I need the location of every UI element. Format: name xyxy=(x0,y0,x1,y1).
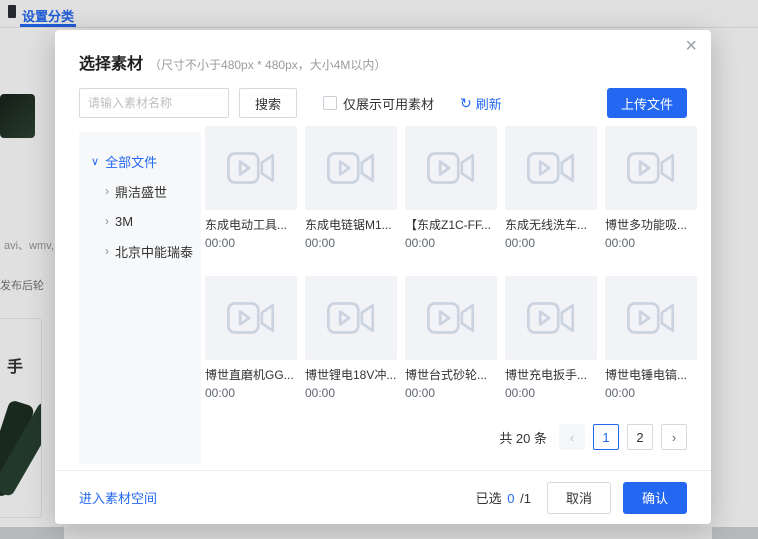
pagination-page-2[interactable]: 2 xyxy=(627,424,653,450)
tree-item[interactable]: › 3M xyxy=(79,206,201,236)
toolbar: 搜索 仅展示可用素材 ↻ 刷新 上传文件 xyxy=(79,88,687,118)
material-duration: 00:00 xyxy=(405,236,436,250)
material-card[interactable]: 【东成Z1C-FF... 00:00 xyxy=(405,126,497,250)
selected-label: 已选 xyxy=(475,491,502,506)
material-duration: 00:00 xyxy=(405,386,436,400)
video-thumbnail xyxy=(505,276,597,360)
video-icon xyxy=(527,152,575,184)
page: 设置分类 avi、wmv, 发布后轮 手 × 选择素材 （尺寸不小于480px … xyxy=(0,0,758,539)
close-icon[interactable]: × xyxy=(685,36,697,56)
material-card[interactable]: 东成电动工具... 00:00 xyxy=(205,126,297,250)
material-title: 东成电动工具... xyxy=(205,218,288,232)
video-icon xyxy=(627,152,675,184)
material-card[interactable]: 博世台式砂轮... 00:00 xyxy=(405,276,497,400)
material-title: 东成电链锯M1... xyxy=(305,218,392,232)
selected-count: 已选 0 /1 xyxy=(476,488,531,507)
chevron-right-icon: › xyxy=(105,244,109,258)
pagination-page-1[interactable]: 1 xyxy=(593,424,619,450)
selected-count-value: 0 xyxy=(507,491,515,506)
material-card[interactable]: 东成无线洗车... 00:00 xyxy=(505,126,597,250)
selected-total: /1 xyxy=(520,491,531,506)
material-card[interactable]: 东成电链锯M1... 00:00 xyxy=(305,126,397,250)
material-duration: 00:00 xyxy=(505,236,536,250)
video-thumbnail xyxy=(405,276,497,360)
material-card[interactable]: 博世多功能吸... 00:00 xyxy=(605,126,697,250)
material-grid: 东成电动工具... 00:00 东成电链锯M1... 00:00 【东成Z1C-… xyxy=(205,126,697,400)
chevron-right-icon: › xyxy=(105,184,109,198)
material-title: 博世充电扳手... xyxy=(505,368,588,382)
material-title: 【东成Z1C-FF... xyxy=(405,218,491,232)
tree-item-label: 北京中能瑞泰 xyxy=(115,244,194,260)
video-icon xyxy=(327,152,375,184)
tree-item-label: 鼎洁盛世 xyxy=(115,184,168,200)
video-thumbnail xyxy=(305,126,397,210)
pagination: 共 20 条 ‹ 1 2 › xyxy=(499,424,687,450)
tree-item-label: 全部文件 xyxy=(105,154,158,170)
tree-item-label: 3M xyxy=(115,213,134,229)
material-duration: 00:00 xyxy=(505,386,536,400)
folder-tree: ∨ 全部文件 › 鼎洁盛世 › 3M › 北京中能瑞泰 xyxy=(79,132,201,464)
material-title: 博世电锤电镐... xyxy=(605,368,688,382)
video-icon xyxy=(227,152,275,184)
material-title: 东成无线洗车... xyxy=(505,218,588,232)
dialog-footer: 进入素材空间 已选 0 /1 取消 确认 xyxy=(55,470,711,524)
cancel-button[interactable]: 取消 xyxy=(547,481,611,514)
material-card[interactable]: 博世直磨机GG... 00:00 xyxy=(205,276,297,400)
refresh-button[interactable]: ↻ 刷新 xyxy=(460,94,502,113)
video-thumbnail xyxy=(605,276,697,360)
material-title: 博世台式砂轮... xyxy=(405,368,488,382)
search-input[interactable] xyxy=(79,88,229,118)
confirm-button[interactable]: 确认 xyxy=(623,481,687,514)
search-button[interactable]: 搜索 xyxy=(239,88,297,118)
material-duration: 00:00 xyxy=(605,386,636,400)
available-only-filter: 仅展示可用素材 xyxy=(323,94,434,113)
video-thumbnail xyxy=(205,276,297,360)
dialog-title: 选择素材 xyxy=(79,56,144,73)
tree-item-all-files[interactable]: ∨ 全部文件 xyxy=(79,146,201,176)
video-thumbnail xyxy=(205,126,297,210)
available-only-checkbox[interactable] xyxy=(323,96,337,110)
video-icon xyxy=(527,302,575,334)
material-duration: 00:00 xyxy=(205,236,236,250)
material-title: 博世锂电18V冲... xyxy=(305,368,397,382)
refresh-icon: ↻ xyxy=(460,94,472,111)
video-thumbnail xyxy=(505,126,597,210)
chevron-down-icon: ∨ xyxy=(91,155,100,168)
material-space-link[interactable]: 进入素材空间 xyxy=(79,488,157,507)
dialog-header: 选择素材 （尺寸不小于480px * 480px，大小4M以内） xyxy=(79,50,386,74)
material-duration: 00:00 xyxy=(305,236,336,250)
available-only-label: 仅展示可用素材 xyxy=(343,96,435,112)
material-card[interactable]: 博世锂电18V冲... 00:00 xyxy=(305,276,397,400)
dialog-subtitle: （尺寸不小于480px * 480px，大小4M以内） xyxy=(149,58,387,72)
material-card[interactable]: 博世充电扳手... 00:00 xyxy=(505,276,597,400)
material-duration: 00:00 xyxy=(205,386,236,400)
material-duration: 00:00 xyxy=(305,386,336,400)
video-thumbnail xyxy=(305,276,397,360)
material-card[interactable]: 博世电锤电镐... 00:00 xyxy=(605,276,697,400)
tree-item[interactable]: › 鼎洁盛世 xyxy=(79,176,201,206)
pagination-prev-button[interactable]: ‹ xyxy=(559,424,585,450)
video-icon xyxy=(227,302,275,334)
chevron-right-icon: › xyxy=(105,214,109,228)
video-thumbnail xyxy=(605,126,697,210)
material-title: 博世多功能吸... xyxy=(605,218,688,232)
video-icon xyxy=(327,302,375,334)
video-icon xyxy=(627,302,675,334)
pagination-total: 共 20 条 xyxy=(499,430,547,446)
video-thumbnail xyxy=(405,126,497,210)
material-duration: 00:00 xyxy=(605,236,636,250)
pagination-next-button[interactable]: › xyxy=(661,424,687,450)
video-icon xyxy=(427,152,475,184)
material-title: 博世直磨机GG... xyxy=(205,368,294,382)
upload-file-button[interactable]: 上传文件 xyxy=(607,88,687,118)
video-icon xyxy=(427,302,475,334)
select-material-dialog: × 选择素材 （尺寸不小于480px * 480px，大小4M以内） 搜索 仅展… xyxy=(55,30,711,524)
refresh-label: 刷新 xyxy=(475,96,502,112)
tree-item[interactable]: › 北京中能瑞泰 xyxy=(79,236,201,266)
